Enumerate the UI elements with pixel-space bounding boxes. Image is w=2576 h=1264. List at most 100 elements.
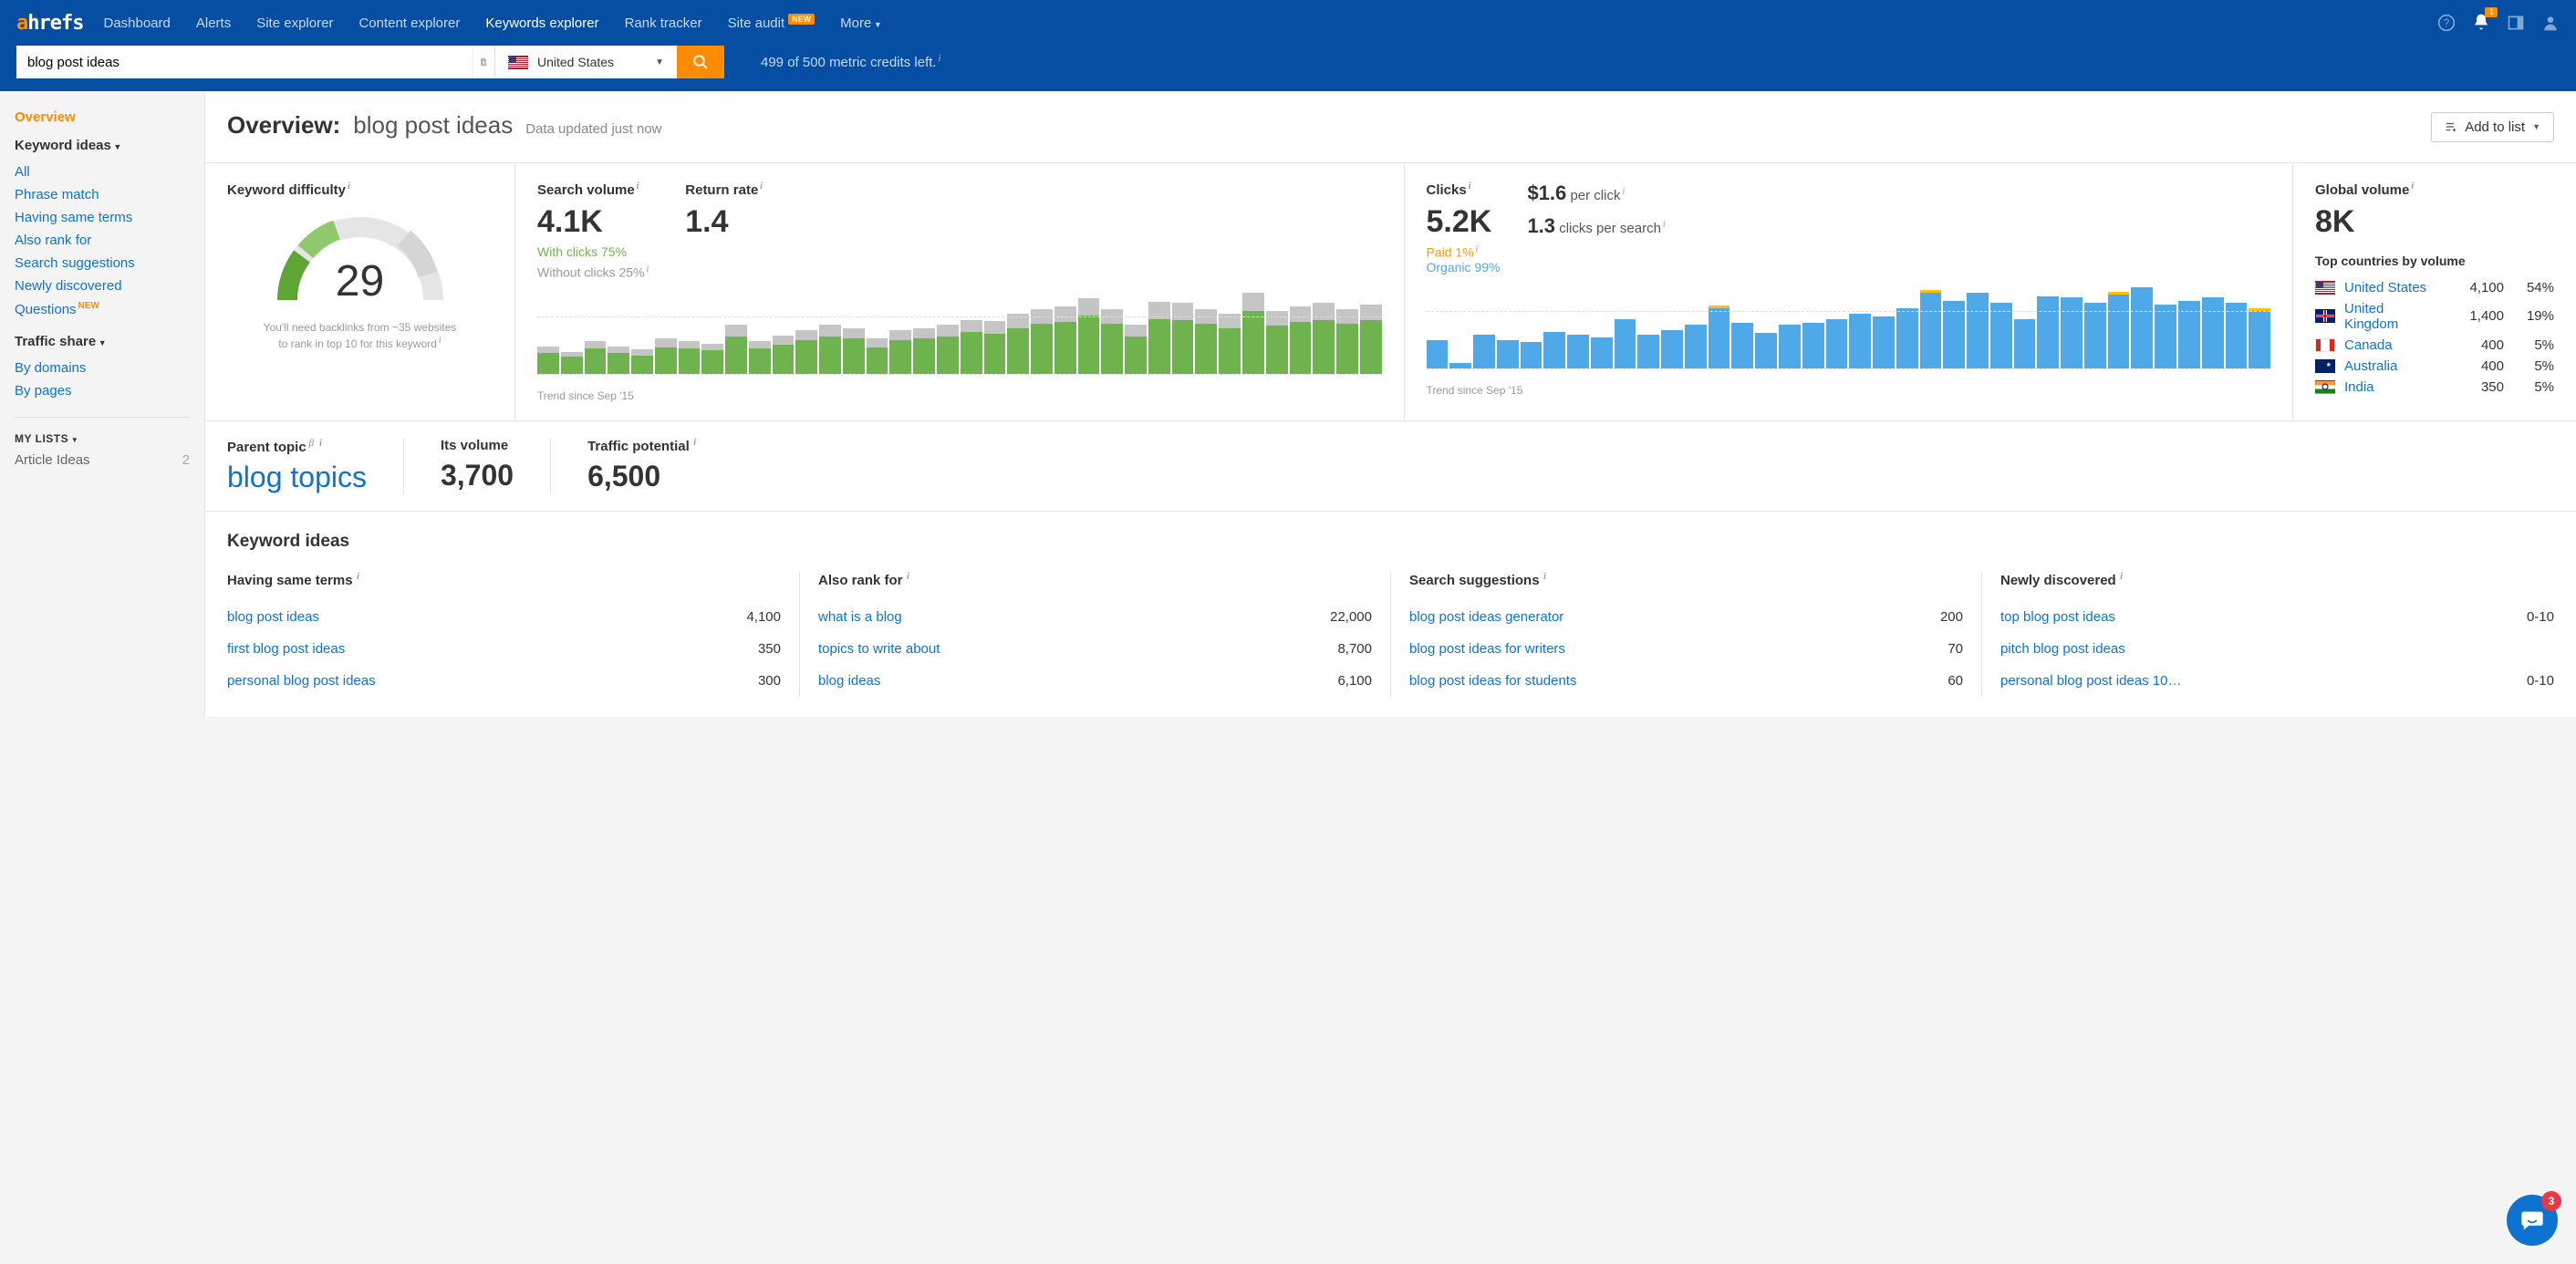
bar [2084, 287, 2106, 368]
clicks-paid: Paid 1%i [1427, 244, 1501, 260]
country-percent: 19% [2513, 308, 2554, 324]
sidebar-my-lists[interactable]: MY LISTS [15, 432, 190, 445]
sidebar-group-keyword-ideas[interactable]: Keyword ideas [15, 138, 190, 153]
nav-link-site-explorer[interactable]: Site explorer [256, 16, 333, 31]
bar [561, 293, 583, 374]
ki-keyword-link[interactable]: blog ideas [818, 673, 889, 689]
bar [537, 293, 559, 374]
gv-value: 8K [2315, 205, 2554, 239]
bar [1826, 287, 1848, 368]
bar [1360, 293, 1382, 374]
bar [1615, 287, 1636, 368]
bar [1290, 293, 1312, 374]
country-link[interactable]: United Kingdom [2344, 301, 2440, 332]
flag-in-icon [2315, 380, 2335, 394]
ki-value: 0-10 [2527, 609, 2554, 625]
bar [843, 293, 865, 374]
sidebar-link-search-suggestions[interactable]: Search suggestions [15, 252, 190, 275]
bar [1896, 287, 1918, 368]
sidebar-link-having-same-terms[interactable]: Having same terms [15, 206, 190, 229]
ki-value: 0-10 [2527, 673, 2554, 689]
sidebar-link-newly-discovered[interactable]: Newly discovered [15, 275, 190, 297]
sidebar-list-item[interactable]: Article Ideas2 [15, 445, 190, 475]
sidebar-link-all[interactable]: All [15, 161, 190, 183]
search-button[interactable] [677, 46, 724, 78]
ki-value: 350 [758, 641, 781, 657]
country-link[interactable]: India [2344, 379, 2440, 395]
flag-au-icon [2315, 359, 2335, 373]
card-clicks: Clicksi 5.2K Paid 1%i Organic 99% $1.6 p… [1405, 163, 2294, 420]
parent-topic-link[interactable]: blog topics [227, 461, 367, 493]
ki-keyword-link[interactable]: blog post ideas generator [1409, 609, 1573, 625]
country-row: United Kingdom1,40019% [2315, 298, 2554, 335]
nav-link-more[interactable]: More [840, 16, 882, 31]
nav-icons: ? 1 [2437, 13, 2560, 34]
sv-trend-chart [537, 293, 1382, 384]
ki-keyword-link[interactable]: pitch blog post ideas [2000, 641, 2135, 657]
country-link[interactable]: United States [2344, 280, 2440, 295]
bar [1242, 293, 1264, 374]
country-link[interactable]: Australia [2344, 358, 2440, 374]
chevron-down-icon: ▼ [2532, 122, 2540, 131]
parent-volume-label: Its volume [441, 438, 514, 453]
user-icon[interactable] [2541, 14, 2560, 32]
sidebar-link-also-rank-for[interactable]: Also rank for [15, 229, 190, 252]
bar [2202, 287, 2224, 368]
ki-column: Having same terms iblog post ideas4,100f… [227, 572, 800, 697]
window-icon[interactable] [2507, 14, 2525, 32]
bar [889, 293, 911, 374]
sidebar-group-traffic-share[interactable]: Traffic share [15, 334, 190, 349]
nav-link-alerts[interactable]: Alerts [196, 16, 231, 31]
list-add-icon [2445, 120, 2457, 133]
ki-keyword-link[interactable]: what is a blog [818, 609, 911, 625]
sidebar-link-by-domains[interactable]: By domains [15, 357, 190, 379]
chat-icon [2519, 1207, 2545, 1233]
bar [749, 293, 771, 374]
svg-text:?: ? [2444, 17, 2450, 29]
country-percent: 5% [2513, 379, 2554, 395]
bar [1497, 287, 1519, 368]
ki-keyword-link[interactable]: first blog post ideas [227, 641, 354, 657]
cpc-line: $1.6 per clicki [1527, 181, 1665, 205]
ki-keyword-link[interactable]: blog post ideas for writers [1409, 641, 1574, 657]
nav-link-dashboard[interactable]: Dashboard [103, 16, 170, 31]
sidebar-link-by-pages[interactable]: By pages [15, 379, 190, 402]
country-link[interactable]: Canada [2344, 337, 2440, 353]
ki-keyword-link[interactable]: personal blog post ideas 10… [2000, 673, 2190, 689]
chat-button[interactable]: 3 [2507, 1195, 2558, 1246]
ki-row: what is a blog22,000 [818, 601, 1372, 633]
logo[interactable]: ahrefs [16, 12, 83, 35]
nav-link-rank-tracker[interactable]: Rank tracker [625, 16, 702, 31]
keyword-input[interactable] [16, 46, 473, 78]
ki-value: 300 [758, 673, 781, 689]
sidebar-link-questions[interactable]: QuestionsNEW [15, 297, 190, 321]
country-select[interactable]: United States ▼ [494, 46, 677, 78]
ki-keyword-link[interactable]: blog post ideas [227, 609, 328, 625]
bar [1661, 287, 1683, 368]
nav-link-site-audit[interactable]: Site auditNEW [728, 15, 815, 31]
ki-keyword-link[interactable]: blog post ideas for students [1409, 673, 1585, 689]
nav-link-keywords-explorer[interactable]: Keywords explorer [485, 16, 598, 31]
nav-link-content-explorer[interactable]: Content explorer [358, 16, 460, 31]
notifications-button[interactable]: 1 [2472, 13, 2490, 34]
sidebar-link-phrase-match[interactable]: Phrase match [15, 183, 190, 206]
ki-keyword-link[interactable]: top blog post ideas [2000, 609, 2124, 625]
ki-keyword-link[interactable]: topics to write about [818, 641, 949, 657]
clicks-organic: Organic 99% [1427, 260, 1501, 275]
ki-value: 4,100 [746, 609, 781, 625]
updated-text: Data updated just now [525, 121, 661, 137]
help-icon[interactable]: ? [2437, 14, 2456, 32]
ki-column: Newly discovered itop blog post ideas0-1… [1982, 572, 2554, 697]
bar [679, 293, 701, 374]
upload-file-button[interactable] [473, 46, 494, 78]
country-volume: 400 [2449, 358, 2504, 374]
traffic-potential-label: Traffic potential i [587, 438, 696, 454]
ki-row: blog post ideas for writers70 [1409, 633, 1963, 665]
bar [2226, 287, 2248, 368]
ki-column-title: Also rank for i [818, 572, 1372, 588]
ki-keyword-link[interactable]: personal blog post ideas [227, 673, 385, 689]
ki-value: 6,100 [1337, 673, 1372, 689]
sidebar-overview[interactable]: Overview [15, 109, 190, 125]
bar [655, 293, 677, 374]
add-to-list-button[interactable]: Add to list ▼ [2431, 112, 2554, 142]
